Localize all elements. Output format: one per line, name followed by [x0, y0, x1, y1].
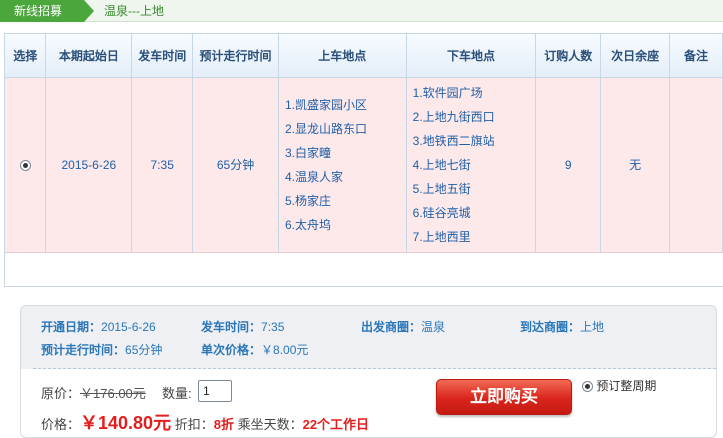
board-stop: 5.杨家庄	[284, 193, 331, 208]
table-header-row: 选择 本期起始日 发车时间 预计走行时间 上车地点 下车地点 订购人数 次日余座…	[5, 34, 723, 78]
select-cell	[5, 77, 47, 253]
dest-info: 到达商圈：上地	[520, 318, 604, 335]
alight-stops-cell: 1.软件园广场 2.上地九街西口 3.地铁西二旗站 4.上地七街 5.上地五街 …	[406, 77, 537, 253]
alight-stop: 7.上地西里	[412, 229, 471, 244]
header-duration: 预计走行时间	[192, 34, 279, 78]
full-period-radio[interactable]	[582, 381, 593, 393]
duration-info: 预计走行时间：65分钟	[41, 341, 162, 358]
price-value: ￥140.80元	[80, 413, 172, 433]
original-price-value: ￥176.00元	[80, 386, 146, 401]
dest-label: 到达商圈：	[520, 320, 581, 334]
days-value: 22个工作日	[302, 417, 370, 432]
header-board-stops: 上车地点	[278, 34, 407, 78]
board-stop: 6.太舟坞	[284, 217, 331, 232]
alight-stop: 4.上地七街	[412, 157, 471, 172]
original-price-line: 原价：￥176.00元	[41, 383, 146, 402]
subscribers-cell: 9	[535, 77, 602, 253]
schedule-table: 选择 本期起始日 发车时间 预计走行时间 上车地点 下车地点 订购人数 次日余座…	[4, 33, 723, 287]
alight-stop: 3.地铁西二旗站	[412, 133, 495, 148]
price-label: 价格：	[41, 417, 81, 432]
alight-stop: 2.上地九街西口	[412, 109, 495, 124]
open-date-info: 开通日期：2015-6-26	[41, 318, 156, 335]
header-select: 选择	[5, 34, 47, 78]
depart-time-value: 7:35	[261, 320, 285, 334]
discount-label: 折扣：	[174, 417, 214, 432]
header-alight-stops: 下车地点	[406, 34, 537, 78]
select-radio[interactable]	[19, 159, 31, 171]
header-subscribers: 订购人数	[535, 34, 602, 78]
top-bar: 新线招募 温泉---上地	[0, 0, 723, 22]
remarks-cell	[669, 77, 723, 253]
origin-label: 出发商圈：	[361, 320, 422, 334]
alight-stop: 6.硅谷亮城	[412, 205, 471, 220]
quantity-label: 数量:	[162, 386, 192, 401]
duration-cell: 65分钟	[192, 77, 279, 253]
header-remarks: 备注	[669, 34, 723, 78]
duration-value: 65分钟	[125, 343, 163, 357]
board-stop: 1.凯盛家园小区	[284, 97, 367, 112]
tab-label: 新线招募	[14, 4, 63, 18]
depart-time-info: 发车时间：7:35	[201, 318, 284, 335]
alight-stop: 1.软件园广场	[412, 85, 483, 100]
single-price-info: 单次价格：￥8.00元	[201, 341, 308, 358]
buy-area: 原价：￥176.00元 数量: 价格：￥140.80元 折扣：8折 乘坐天数：2…	[21, 369, 716, 437]
dest-value: 上地	[580, 320, 605, 334]
quantity-input[interactable]	[198, 380, 232, 402]
start-date-cell: 2015-6-26	[45, 77, 133, 253]
purchase-panel: 开通日期：2015-6-26 发车时间：7:35 出发商圈：温泉 到达商圈：上地…	[20, 305, 717, 438]
next-day-seats-cell: 无	[600, 77, 671, 253]
board-stop: 3.白家疃	[284, 145, 331, 160]
origin-info: 出发商圈：温泉	[361, 318, 445, 335]
original-price-label: 原价：	[41, 386, 81, 401]
single-price-label: 单次价格：	[201, 343, 262, 357]
header-next-day-seats: 次日余座	[600, 34, 671, 78]
buy-now-button[interactable]: 立即购买	[436, 379, 572, 415]
single-price-value: ￥8.00元	[261, 343, 309, 357]
board-stop: 4.温泉人家	[284, 169, 343, 184]
full-period-label: 预订整周期	[596, 379, 657, 393]
header-depart-time: 发车时间	[131, 34, 194, 78]
open-date-label: 开通日期：	[41, 320, 102, 334]
depart-time-label: 发车时间：	[201, 320, 262, 334]
alight-stop: 5.上地五街	[412, 181, 471, 196]
tab-new-route-recruit[interactable]: 新线招募	[0, 0, 94, 22]
origin-value: 温泉	[421, 320, 446, 334]
open-date-value: 2015-6-26	[101, 320, 156, 334]
days-label: 乘坐天数：	[237, 417, 303, 432]
header-start-date: 本期起始日	[45, 34, 133, 78]
table-row: 2015-6-26 7:35 65分钟 1.凯盛家园小区 2.显龙山路东口 3.…	[5, 77, 723, 253]
board-stop: 2.显龙山路东口	[284, 121, 367, 136]
depart-time-cell: 7:35	[131, 77, 194, 253]
duration-label: 预计走行时间：	[41, 343, 126, 357]
board-stops-cell: 1.凯盛家园小区 2.显龙山路东口 3.白家疃 4.温泉人家 5.杨家庄 6.太…	[278, 77, 407, 253]
route-name: 温泉---上地	[104, 4, 164, 18]
full-period-option[interactable]: 预订整周期	[582, 377, 656, 394]
price-line: 价格：￥140.80元 折扣：8折 乘坐天数：22个工作日	[41, 409, 369, 435]
discount-value: 8折	[213, 417, 234, 432]
